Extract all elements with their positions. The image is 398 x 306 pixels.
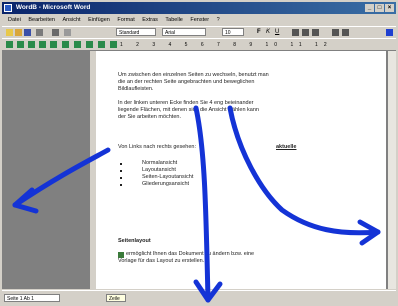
arrow-right bbox=[227, 105, 381, 236]
arrow-left bbox=[12, 147, 111, 208]
annotation-arrows bbox=[12, 105, 381, 303]
arrow-down bbox=[193, 105, 211, 303]
